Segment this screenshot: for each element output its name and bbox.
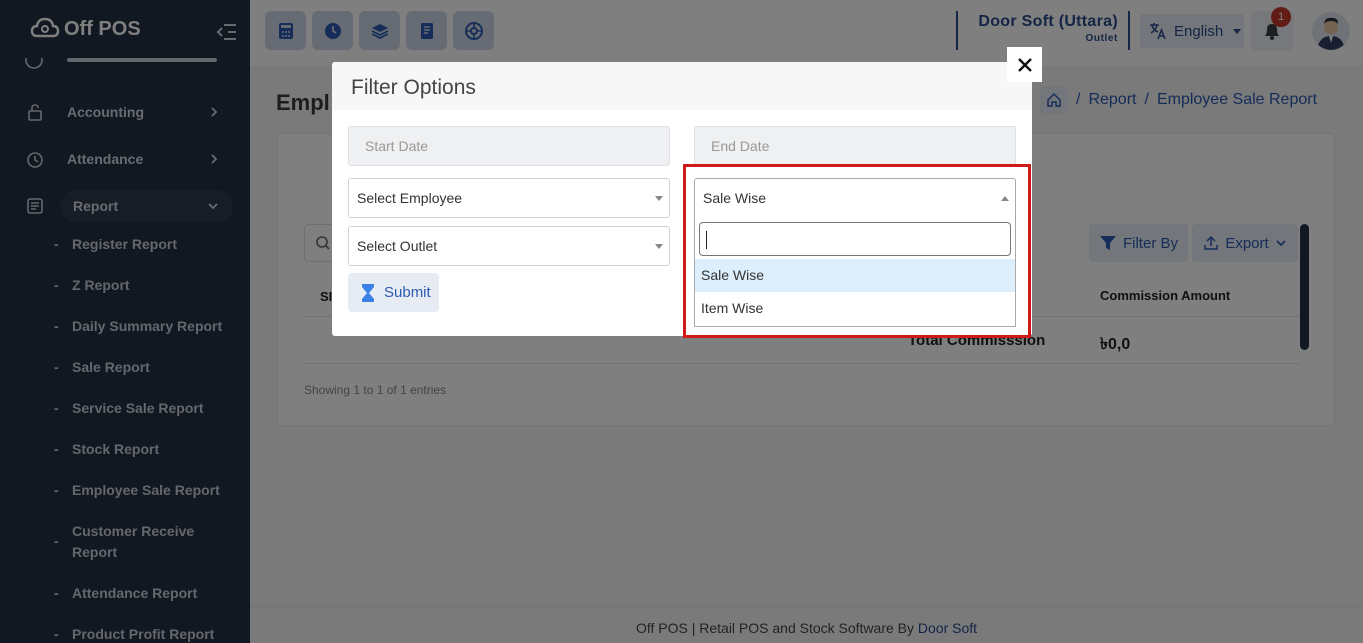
close-button[interactable] — [1007, 47, 1042, 82]
end-date-field[interactable]: End Date — [694, 126, 1016, 166]
submit-button[interactable]: Submit — [348, 273, 439, 312]
employee-select[interactable]: Select Employee — [348, 178, 670, 218]
dropdown-option-item-wise[interactable]: Item Wise — [695, 292, 1015, 325]
modal-title: Filter Options — [351, 76, 476, 99]
text-caret — [706, 231, 707, 249]
dropdown-option-sale-wise[interactable]: Sale Wise — [695, 259, 1015, 292]
hourglass-icon — [362, 283, 374, 302]
caret-up-icon — [1001, 196, 1009, 201]
dropdown-search-input[interactable] — [699, 222, 1011, 256]
report-type-dropdown: Sale Wise Item Wise — [694, 217, 1016, 327]
start-date-field[interactable]: Start Date — [348, 126, 670, 166]
outlet-select-value: Select Outlet — [357, 238, 438, 254]
close-icon — [1017, 57, 1032, 72]
modal-header: Filter Options — [332, 62, 1032, 110]
report-type-select-value: Sale Wise — [703, 190, 767, 206]
employee-select-value: Select Employee — [357, 190, 463, 206]
caret-down-icon — [655, 244, 663, 249]
outlet-select[interactable]: Select Outlet — [348, 226, 670, 266]
caret-down-icon — [655, 196, 663, 201]
submit-label: Submit — [384, 284, 431, 301]
report-type-select[interactable]: Sale Wise — [694, 178, 1016, 218]
